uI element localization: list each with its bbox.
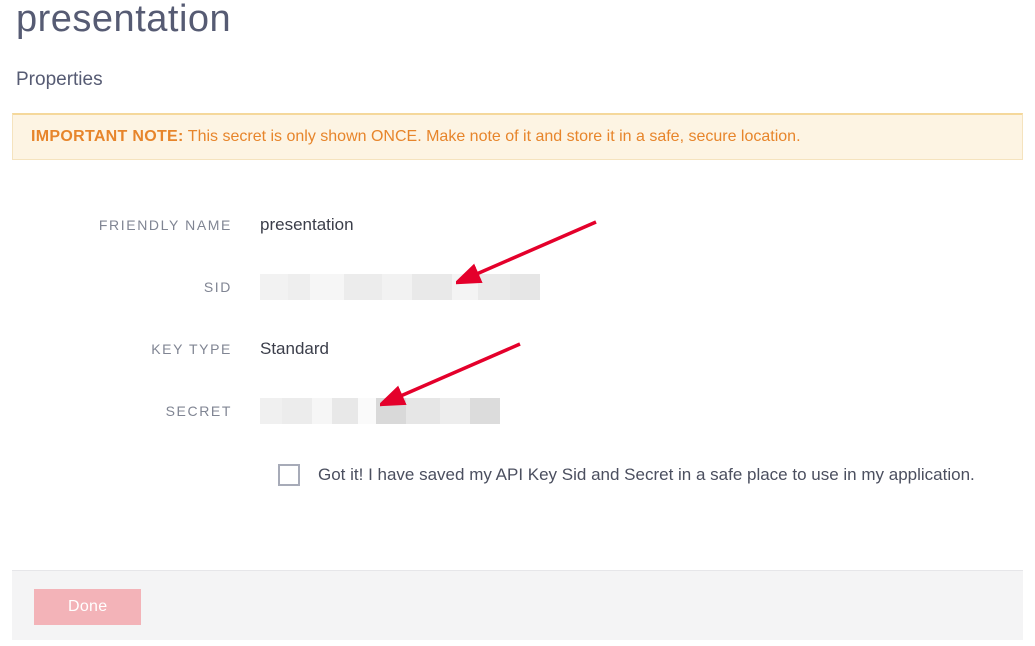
value-secret-redacted bbox=[260, 398, 500, 424]
confirm-checkbox[interactable] bbox=[278, 464, 300, 486]
footer-bar: Done bbox=[12, 570, 1023, 640]
row-confirm: Got it! I have saved my API Key Sid and … bbox=[278, 464, 1035, 486]
row-secret: SECRET bbox=[0, 382, 1035, 440]
label-sid: SID bbox=[0, 279, 260, 295]
confirm-label: Got it! I have saved my API Key Sid and … bbox=[318, 465, 975, 485]
alert-text: This secret is only shown ONCE. Make not… bbox=[184, 128, 801, 145]
label-secret: SECRET bbox=[0, 403, 260, 419]
page-title: presentation bbox=[0, 0, 1035, 41]
value-key-type: Standard bbox=[260, 339, 329, 359]
row-key-type: KEY TYPE Standard bbox=[0, 320, 1035, 378]
done-button[interactable]: Done bbox=[34, 589, 141, 625]
row-sid: SID bbox=[0, 258, 1035, 316]
label-friendly-name: FRIENDLY NAME bbox=[0, 217, 260, 233]
properties-form: FRIENDLY NAME presentation SID KEY TYPE … bbox=[0, 196, 1035, 486]
label-key-type: KEY TYPE bbox=[0, 341, 260, 357]
row-friendly-name: FRIENDLY NAME presentation bbox=[0, 196, 1035, 254]
alert-strong: IMPORTANT NOTE: bbox=[31, 128, 184, 145]
value-friendly-name: presentation bbox=[260, 215, 354, 235]
section-title: Properties bbox=[0, 41, 1035, 91]
value-sid-redacted bbox=[260, 274, 540, 300]
important-note-alert: IMPORTANT NOTE: This secret is only show… bbox=[12, 113, 1023, 160]
